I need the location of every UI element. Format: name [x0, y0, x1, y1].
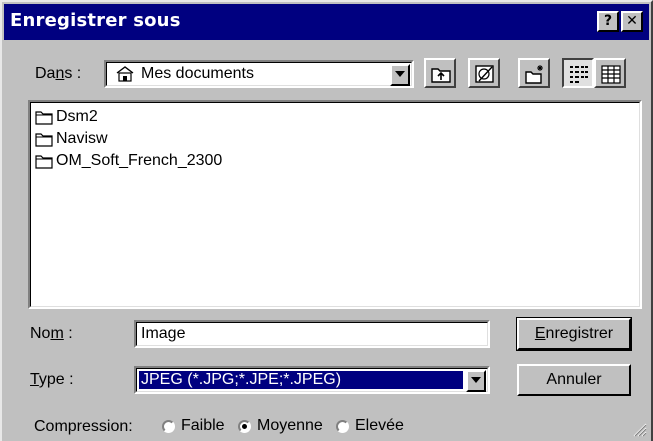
radio-faible[interactable]: Faible [162, 417, 225, 435]
radio-elevee[interactable]: Elevée [336, 417, 404, 435]
cancel-button[interactable]: Annuler [517, 364, 631, 396]
web-folder-icon [475, 65, 494, 83]
up-one-level-button[interactable] [424, 58, 456, 88]
save-button[interactable]: Enregistrer [516, 317, 632, 351]
lookin-value: Mes documents [141, 65, 254, 82]
radio-button-icon [336, 419, 349, 433]
list-item[interactable]: Dsm2 [35, 107, 98, 127]
list-item[interactable]: OM_Soft_French_2300 [35, 151, 222, 171]
list-view-icon [570, 66, 588, 83]
lookin-select[interactable]: Mes documents [104, 60, 414, 88]
filename-label: Nom : [30, 325, 73, 342]
save-as-dialog: Enregistrer sous ? ✕ Dans : Mes document… [0, 0, 653, 441]
dialog-title: Enregistrer sous [10, 10, 181, 31]
folder-icon [35, 133, 53, 147]
title-bar[interactable]: Enregistrer sous ? ✕ [4, 4, 649, 40]
filetype-label: Type : [30, 371, 74, 388]
filename-input[interactable]: Image [134, 320, 490, 348]
file-name: OM_Soft_French_2300 [56, 152, 223, 169]
lookin-dropdown-button[interactable] [390, 64, 410, 86]
radio-button-icon [162, 419, 175, 433]
folder-icon [35, 111, 53, 125]
close-icon: ✕ [626, 13, 638, 29]
list-item[interactable]: Navisw [35, 129, 108, 149]
compression-label: Compression: [34, 418, 133, 435]
file-list-inner: Dsm2 Navisw OM_Soft_French_2300 [30, 102, 640, 307]
radio-moyenne[interactable]: Moyenne [238, 417, 323, 435]
close-button[interactable]: ✕ [621, 11, 643, 32]
details-view-icon [601, 65, 621, 84]
help-button[interactable]: ? [597, 11, 619, 32]
my-documents-icon [116, 66, 134, 82]
up-folder-icon [431, 68, 451, 83]
radio-button-selected-icon [238, 419, 251, 433]
lookin-label: Dans : [35, 65, 82, 82]
filename-value: Image [141, 325, 186, 342]
details-view-button[interactable] [594, 58, 626, 88]
file-name: Dsm2 [56, 108, 98, 125]
web-folder-button[interactable] [468, 58, 500, 88]
new-folder-icon [525, 65, 543, 84]
resize-grip-icon[interactable] [631, 421, 647, 437]
filetype-value: JPEG (*.JPG;*.JPE;*.JPEG) [141, 371, 342, 388]
file-name: Navisw [56, 130, 108, 147]
help-icon: ? [603, 13, 613, 29]
new-folder-button[interactable] [518, 58, 550, 88]
filetype-select[interactable]: JPEG (*.JPG;*.JPE;*.JPEG) [134, 366, 490, 394]
list-view-button[interactable] [562, 58, 594, 88]
folder-icon [35, 155, 53, 169]
file-list[interactable]: Dsm2 Navisw OM_Soft_French_2300 [28, 100, 642, 309]
filetype-dropdown-button[interactable] [466, 370, 486, 392]
chevron-down-icon [395, 71, 405, 77]
chevron-down-icon [471, 377, 481, 383]
